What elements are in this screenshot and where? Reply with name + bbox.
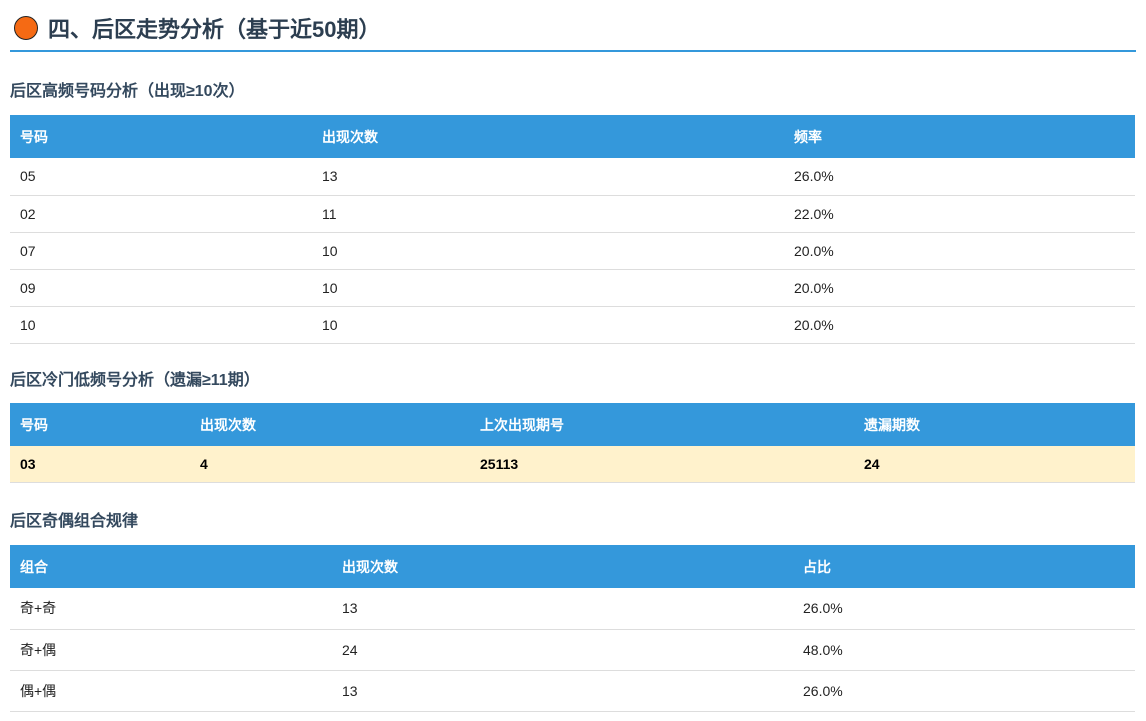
table-cell: 48.0% [793,629,1135,671]
table-row: 02 11 22.0% [10,195,1135,233]
table-cell: 09 [10,269,312,307]
table-cell: 22.0% [784,195,1135,233]
table-cell: 偶+偶 [10,670,332,712]
table-row: 偶+偶 13 26.0% [10,670,1135,712]
table-row: 05 13 26.0% [10,158,1135,196]
col-header: 出现次数 [332,545,793,588]
section-title-text: 四、后区走势分析（基于近50期） [48,17,381,42]
table-row: 03 4 25113 24 [10,446,1135,483]
table-cell: 20.0% [784,269,1135,307]
table-cell: 13 [312,158,784,196]
table-row: 07 10 20.0% [10,232,1135,270]
col-header: 号码 [10,115,312,158]
col-header: 出现次数 [190,403,470,446]
table-row: 奇+奇 13 26.0% [10,588,1135,630]
table-cell: 26.0% [793,670,1135,712]
col-header: 频率 [784,115,1135,158]
table-cell: 24 [332,629,793,671]
table-cell: 10 [312,232,784,270]
table-cell: 10 [312,269,784,307]
col-header: 号码 [10,403,190,446]
table-cell: 10 [312,306,784,344]
table-row: 10 10 20.0% [10,306,1135,344]
col-header: 占比 [793,545,1135,588]
table-row: 奇+偶 24 48.0% [10,629,1135,671]
table-cell: 10 [10,306,312,344]
col-header: 遗漏期数 [854,403,1135,446]
table-cell: 20.0% [784,306,1135,344]
odd-even-title: 后区奇偶组合规律 [10,513,139,530]
table-cell: 13 [332,670,793,712]
table-cell: 奇+偶 [10,629,332,671]
table-cell: 11 [312,195,784,233]
table-cell: 26.0% [793,588,1135,630]
table-cell: 26.0% [784,158,1135,196]
high-freq-title: 后区高频号码分析（出现≥10次） [10,83,245,100]
table-cell: 奇+奇 [10,588,332,630]
col-header: 组合 [10,545,332,588]
cold-title: 后区冷门低频号分析（遗漏≥11期） [10,372,260,389]
table-cell: 25113 [470,446,854,483]
odd-even-table: 组合 出现次数 占比 奇+奇 13 26.0% 奇+偶 24 48.0% 偶+偶 13 26.0… [10,545,1135,712]
table-cell: 03 [10,446,190,483]
table-cell: 20.0% [784,232,1135,270]
cold-table: 号码 出现次数 上次出现期号 遗漏期数 03 4 25113 24 [10,403,1135,483]
section-title: 四、后区走势分析（基于近50期） [10,10,1136,52]
table-cell: 05 [10,158,312,196]
table-cell: 07 [10,232,312,270]
table-cell: 13 [332,588,793,630]
table-cell: 4 [190,446,470,483]
high-freq-table: 号码 出现次数 频率 05 13 26.0% 02 11 22.0% 07 10 20.0% 0… [10,115,1135,344]
col-header: 出现次数 [312,115,784,158]
col-header: 上次出现期号 [470,403,854,446]
table-cell: 02 [10,195,312,233]
table-cell: 24 [854,446,1135,483]
table-row: 09 10 20.0% [10,269,1135,307]
orange-circle-icon [14,16,38,40]
